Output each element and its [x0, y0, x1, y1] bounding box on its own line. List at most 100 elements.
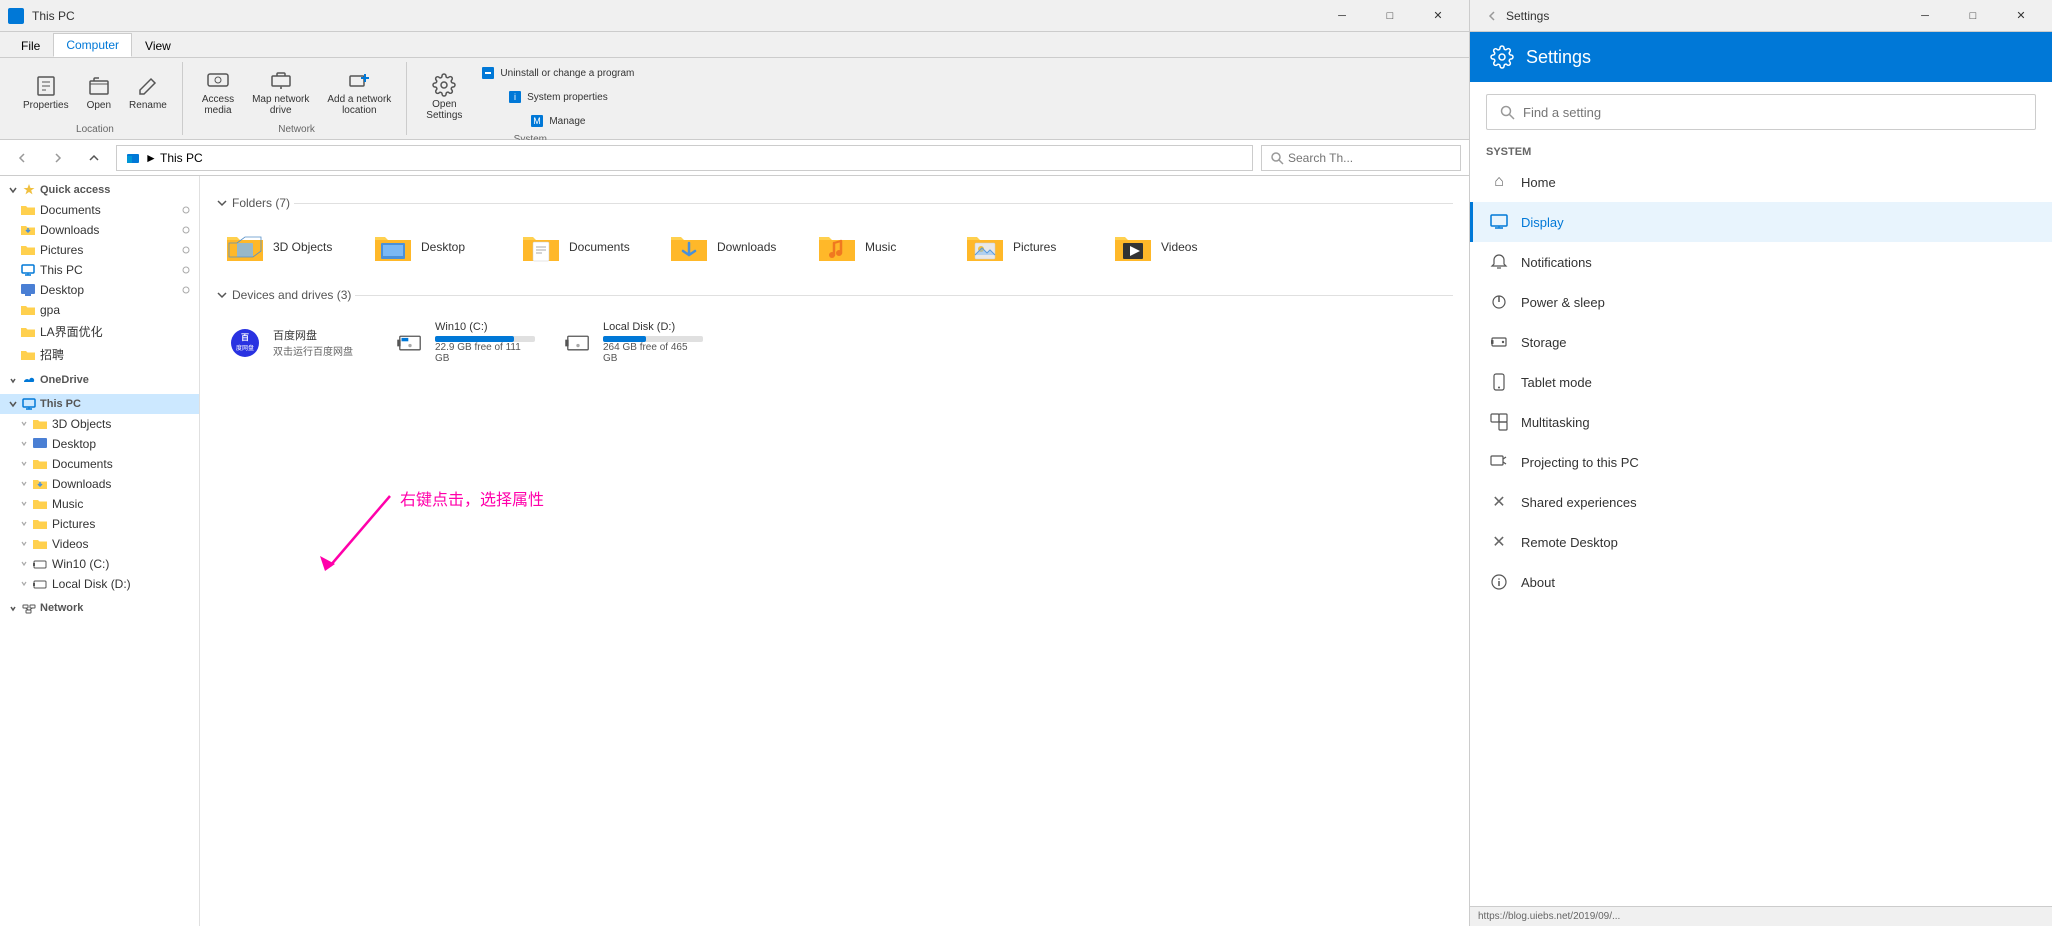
- manage-label: Manage: [549, 116, 585, 127]
- folder-downloads-icon: [669, 229, 709, 265]
- documents-folder-icon: [20, 203, 36, 217]
- access-media-button[interactable]: Accessmedia: [195, 65, 241, 119]
- title-bar: This PC ─ □ ✕: [0, 0, 1469, 32]
- settings-nav-storage-label: Storage: [1521, 335, 1567, 350]
- folders-section-label: Folders (7): [232, 196, 290, 210]
- settings-back-button[interactable]: [1478, 2, 1506, 30]
- settings-nav-storage[interactable]: Storage: [1470, 322, 2052, 362]
- sidebar-item-documents2[interactable]: Documents: [0, 454, 199, 474]
- drives-section-line: [355, 295, 1453, 296]
- sidebar-item-locald[interactable]: Local Disk (D:): [0, 574, 199, 594]
- search-input[interactable]: [1288, 151, 1452, 165]
- sidebar-item-3dobjects[interactable]: 3D Objects: [0, 414, 199, 434]
- sidebar-item-pictures2[interactable]: Pictures: [0, 514, 199, 534]
- open-button[interactable]: Open: [80, 71, 118, 114]
- folder-videos[interactable]: Videos: [1104, 222, 1244, 272]
- sidebar-item-pictures[interactable]: Pictures: [0, 240, 199, 260]
- map-network-drive-button[interactable]: Map networkdrive: [245, 65, 316, 119]
- sidebar-item-desktop2[interactable]: Desktop: [0, 434, 199, 454]
- open-settings-label: OpenSettings: [426, 99, 462, 121]
- sidebar-item-gpa[interactable]: gpa: [0, 300, 199, 320]
- sidebar-3dobjects-label: 3D Objects: [52, 417, 111, 431]
- settings-nav-power[interactable]: Power & sleep: [1470, 282, 2052, 322]
- win10c-free: 22.9 GB free of 111 GB: [435, 342, 535, 364]
- folder-downloads[interactable]: Downloads: [660, 222, 800, 272]
- sidebar-item-zhaopn[interactable]: 招聘: [0, 343, 199, 366]
- location-group-label: Location: [16, 122, 174, 135]
- win10c-name: Win10 (C:): [435, 321, 535, 333]
- settings-search-box[interactable]: [1486, 94, 2036, 130]
- sidebar-documents2-label: Documents: [52, 457, 113, 471]
- settings-nav-about[interactable]: About: [1470, 562, 2052, 602]
- settings-close-button[interactable]: ✕: [1998, 0, 2044, 32]
- up-button[interactable]: [80, 144, 108, 172]
- tab-view[interactable]: View: [132, 34, 184, 57]
- sidebar-item-desktop[interactable]: Desktop: [0, 280, 199, 300]
- breadcrumb: ► This PC: [145, 151, 203, 165]
- system-properties-button[interactable]: i System properties: [473, 86, 641, 108]
- folder-desktop[interactable]: Desktop: [364, 222, 504, 272]
- settings-nav-home[interactable]: ⌂ Home: [1470, 162, 2052, 202]
- address-path[interactable]: ► This PC: [116, 145, 1253, 171]
- settings-nav-display[interactable]: Display: [1470, 202, 2052, 242]
- settings-maximize-button[interactable]: □: [1950, 0, 1996, 32]
- sidebar-item-documents[interactable]: Documents: [0, 200, 199, 220]
- sidebar-item-downloads2[interactable]: Downloads: [0, 474, 199, 494]
- collapse-drives-icon[interactable]: [216, 289, 228, 301]
- settings-nav-multitasking[interactable]: Multitasking: [1470, 402, 2052, 442]
- maximize-button[interactable]: □: [1367, 0, 1413, 32]
- multitasking-nav-icon: [1489, 412, 1509, 432]
- folder-music[interactable]: Music: [808, 222, 948, 272]
- minimize-button[interactable]: ─: [1319, 0, 1365, 32]
- rename-button[interactable]: Rename: [122, 71, 174, 114]
- baidu-name: 百度网盘: [273, 327, 353, 343]
- settings-nav-tablet[interactable]: Tablet mode: [1470, 362, 2052, 402]
- sidebar-thispc-header[interactable]: This PC: [0, 394, 199, 414]
- settings-nav-power-label: Power & sleep: [1521, 295, 1605, 310]
- drive-locald[interactable]: Local Disk (D:) 264 GB free of 465 GB: [552, 314, 712, 371]
- drive-win10c[interactable]: Win10 (C:) 22.9 GB free of 111 GB: [384, 314, 544, 371]
- zhaopin-folder-icon: [20, 348, 36, 362]
- folder-3dobjects[interactable]: 3D Objects: [216, 222, 356, 272]
- tab-computer[interactable]: Computer: [53, 33, 132, 57]
- tab-file[interactable]: File: [8, 34, 53, 57]
- drive-baidu[interactable]: 百 度网盘 百度网盘 双击运行百度网盘: [216, 314, 376, 371]
- settings-nav-about-label: About: [1521, 575, 1555, 590]
- settings-nav-notifications-label: Notifications: [1521, 255, 1592, 270]
- properties-button[interactable]: Properties: [16, 71, 76, 114]
- thispc-main-icon: [22, 397, 36, 411]
- add-network-location-button[interactable]: Add a networklocation: [320, 65, 398, 119]
- sidebar-win10c-label: Win10 (C:): [52, 557, 109, 571]
- open-settings-button[interactable]: OpenSettings: [419, 70, 469, 124]
- settings-minimize-button[interactable]: ─: [1902, 0, 1948, 32]
- settings-nav-shared[interactable]: ✕ Shared experiences: [1470, 482, 2052, 522]
- settings-nav-projecting[interactable]: Projecting to this PC: [1470, 442, 2052, 482]
- settings-nav-remote[interactable]: ✕ Remote Desktop: [1470, 522, 2052, 562]
- collapse-folders-icon[interactable]: [216, 197, 228, 209]
- sidebar-quick-access-header[interactable]: Quick access: [0, 180, 199, 200]
- forward-button[interactable]: [44, 144, 72, 172]
- expand-network-icon: [8, 603, 18, 613]
- search-box[interactable]: [1261, 145, 1461, 171]
- sidebar-onedrive-header[interactable]: OneDrive: [0, 370, 199, 390]
- open-label: Open: [87, 100, 111, 111]
- uninstall-program-button[interactable]: Uninstall or change a program: [473, 62, 641, 84]
- manage-button[interactable]: M Manage: [473, 110, 641, 132]
- about-nav-icon: [1489, 572, 1509, 592]
- folder-documents[interactable]: Documents: [512, 222, 652, 272]
- back-button[interactable]: [8, 144, 36, 172]
- folder-pictures[interactable]: Pictures: [956, 222, 1096, 272]
- settings-search-icon: [1499, 104, 1515, 120]
- sidebar-item-la[interactable]: LA界面优化: [0, 320, 199, 343]
- sidebar-item-downloads[interactable]: Downloads: [0, 220, 199, 240]
- close-button[interactable]: ✕: [1415, 0, 1461, 32]
- pin-icon-3: [181, 245, 191, 255]
- sidebar-network-header[interactable]: Network: [0, 598, 199, 618]
- sidebar-item-thispc-qa[interactable]: This PC: [0, 260, 199, 280]
- settings-nav-notifications[interactable]: Notifications: [1470, 242, 2052, 282]
- drives-grid: 百 度网盘 百度网盘 双击运行百度网盘: [216, 314, 1453, 371]
- settings-search-input[interactable]: [1523, 105, 2023, 120]
- sidebar-item-videos[interactable]: Videos: [0, 534, 199, 554]
- sidebar-item-win10c[interactable]: Win10 (C:): [0, 554, 199, 574]
- sidebar-item-music[interactable]: Music: [0, 494, 199, 514]
